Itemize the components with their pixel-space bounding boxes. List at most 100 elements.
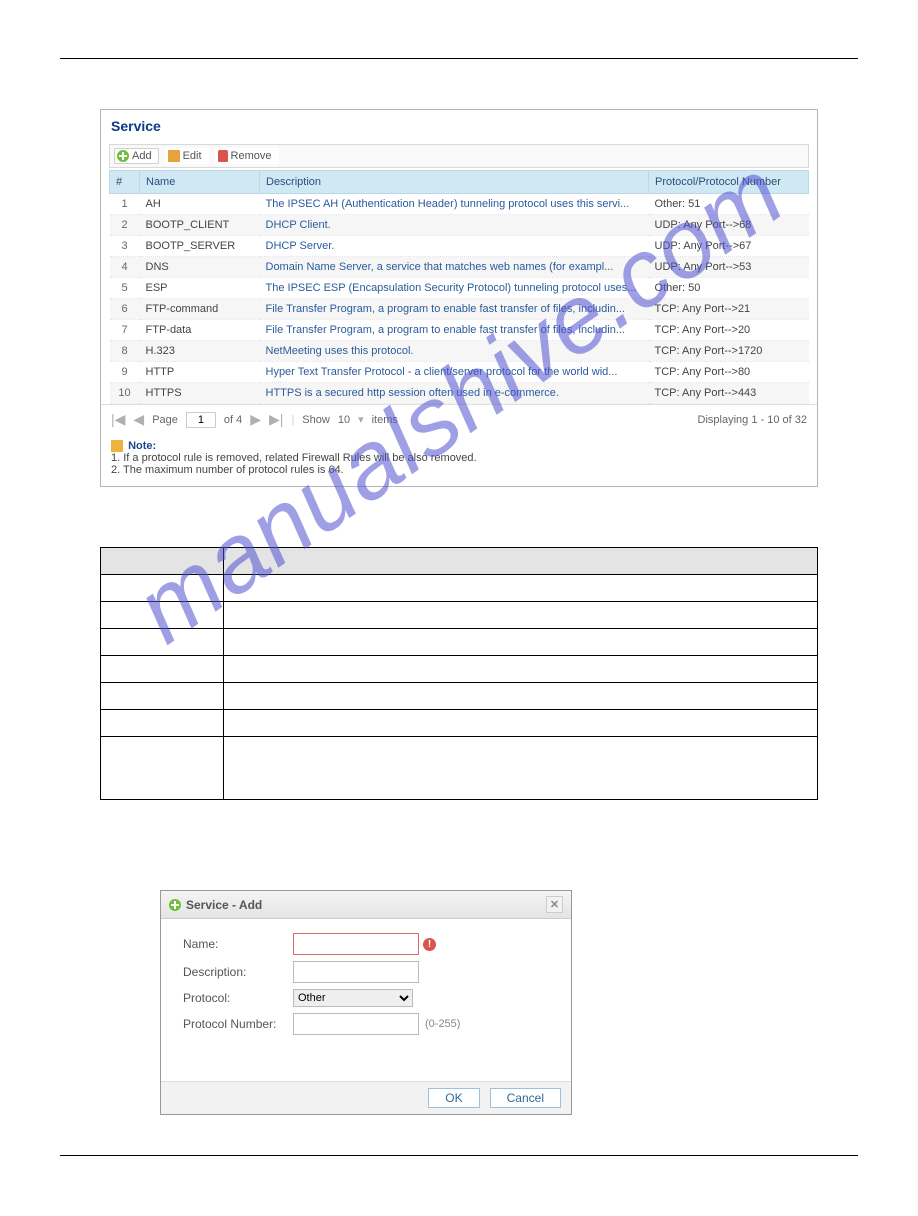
top-rule — [60, 58, 858, 59]
remove-icon — [218, 150, 228, 162]
table-row[interactable]: 7FTP-dataFile Transfer Program, a progra… — [110, 320, 809, 341]
table-row[interactable]: 3BOOTP_SERVERDHCP Server.UDP: Any Port--… — [110, 236, 809, 257]
cell-num: 10 — [110, 383, 140, 404]
table-row[interactable]: 8H.323NetMeeting uses this protocol.TCP:… — [110, 341, 809, 362]
cell-num: 2 — [110, 215, 140, 236]
cell-desc: File Transfer Program, a program to enab… — [260, 299, 649, 320]
cell-num: 5 — [110, 278, 140, 299]
protocol-select[interactable]: Other — [293, 989, 413, 1007]
cell-name: HTTPS — [140, 383, 260, 404]
cell-desc: DHCP Client. — [260, 215, 649, 236]
edit-button[interactable]: Edit — [165, 148, 209, 164]
th-proto[interactable]: Protocol/Protocol Number — [649, 171, 809, 194]
prev-page-icon[interactable]: ◀ — [133, 411, 144, 428]
cell-proto: UDP: Any Port-->68 — [649, 215, 809, 236]
page-of: of 4 — [224, 414, 242, 426]
service-panel: Service Add Edit Remove # Name Descripti… — [100, 109, 818, 487]
description-field[interactable] — [293, 961, 419, 983]
protocol-number-field[interactable] — [293, 1013, 419, 1035]
dialog-title: Service - Add — [186, 898, 262, 912]
add-button[interactable]: Add — [114, 148, 159, 164]
dialog-header: Service - Add ✕ — [161, 891, 571, 919]
error-icon: ! — [423, 938, 436, 951]
cell-num: 9 — [110, 362, 140, 383]
table-row[interactable]: 6FTP-commandFile Transfer Program, a pro… — [110, 299, 809, 320]
note-line-2: 2. The maximum number of protocol rules … — [111, 464, 344, 476]
protocol-label: Protocol: — [183, 991, 293, 1005]
cell-num: 6 — [110, 299, 140, 320]
ok-button[interactable]: OK — [428, 1088, 479, 1108]
cell-num: 8 — [110, 341, 140, 362]
description-table — [100, 547, 818, 800]
cell-proto: TCP: Any Port-->1720 — [649, 341, 809, 362]
cell-name: BOOTP_SERVER — [140, 236, 260, 257]
close-icon[interactable]: ✕ — [546, 896, 563, 913]
remove-button[interactable]: Remove — [215, 148, 279, 164]
cell-desc: NetMeeting uses this protocol. — [260, 341, 649, 362]
panel-title: Service — [101, 110, 817, 138]
cell-name: DNS — [140, 257, 260, 278]
table-row[interactable]: 1AHThe IPSEC AH (Authentication Header) … — [110, 194, 809, 215]
first-page-icon[interactable]: |◀ — [111, 411, 125, 428]
cell-num: 3 — [110, 236, 140, 257]
table-row[interactable]: 2BOOTP_CLIENTDHCP Client.UDP: Any Port--… — [110, 215, 809, 236]
service-add-dialog: Service - Add ✕ Name: ! Description: Pro… — [160, 890, 572, 1115]
show-label: Show — [302, 414, 330, 426]
table-row[interactable]: 9HTTPHyper Text Transfer Protocol - a cl… — [110, 362, 809, 383]
cell-proto: UDP: Any Port-->67 — [649, 236, 809, 257]
page-label: Page — [152, 414, 178, 426]
cell-num: 4 — [110, 257, 140, 278]
cell-name: H.323 — [140, 341, 260, 362]
name-label: Name: — [183, 937, 293, 951]
th-name[interactable]: Name — [140, 171, 260, 194]
add-icon — [117, 150, 129, 162]
edit-icon — [168, 150, 180, 162]
next-page-icon[interactable]: ▶ — [250, 411, 261, 428]
cell-name: AH — [140, 194, 260, 215]
table-row[interactable]: 10HTTPSHTTPS is a secured http session o… — [110, 383, 809, 404]
cell-desc: Hyper Text Transfer Protocol - a client/… — [260, 362, 649, 383]
cell-num: 7 — [110, 320, 140, 341]
protocol-number-hint: (0-255) — [425, 1018, 460, 1030]
bottom-rule — [60, 1155, 858, 1156]
protocol-number-label: Protocol Number: — [183, 1017, 293, 1031]
cell-desc: File Transfer Program, a program to enab… — [260, 320, 649, 341]
table-row[interactable]: 4DNSDomain Name Server, a service that m… — [110, 257, 809, 278]
add-icon — [169, 899, 181, 911]
cell-name: FTP-command — [140, 299, 260, 320]
description-label: Description: — [183, 965, 293, 979]
note-box: Note: 1. If a protocol rule is removed, … — [111, 440, 807, 476]
cell-proto: Other: 50 — [649, 278, 809, 299]
cell-name: BOOTP_CLIENT — [140, 215, 260, 236]
last-page-icon[interactable]: ▶| — [269, 411, 283, 428]
cell-desc: The IPSEC AH (Authentication Header) tun… — [260, 194, 649, 215]
cell-proto: Other: 51 — [649, 194, 809, 215]
th-desc[interactable]: Description — [260, 171, 649, 194]
toolbar: Add Edit Remove — [109, 144, 809, 168]
page-input[interactable] — [186, 412, 216, 428]
cell-proto: TCP: Any Port-->80 — [649, 362, 809, 383]
page-summary: Displaying 1 - 10 of 32 — [698, 414, 807, 426]
items-label: items — [372, 414, 398, 426]
edit-label: Edit — [183, 150, 202, 162]
cell-desc: The IPSEC ESP (Encapsulation Security Pr… — [260, 278, 649, 299]
add-label: Add — [132, 150, 152, 162]
desc-th-2 — [224, 548, 818, 575]
name-field[interactable] — [293, 933, 419, 955]
cancel-button[interactable]: Cancel — [490, 1088, 561, 1108]
th-num[interactable]: # — [110, 171, 140, 194]
cell-desc: DHCP Server. — [260, 236, 649, 257]
cell-desc: HTTPS is a secured http session often us… — [260, 383, 649, 404]
cell-name: ESP — [140, 278, 260, 299]
cell-proto: TCP: Any Port-->20 — [649, 320, 809, 341]
note-line-1: 1. If a protocol rule is removed, relate… — [111, 452, 477, 464]
desc-th-1 — [101, 548, 224, 575]
cell-desc: Domain Name Server, a service that match… — [260, 257, 649, 278]
cell-num: 1 — [110, 194, 140, 215]
table-row[interactable]: 5ESPThe IPSEC ESP (Encapsulation Securit… — [110, 278, 809, 299]
cell-name: HTTP — [140, 362, 260, 383]
cell-proto: UDP: Any Port-->53 — [649, 257, 809, 278]
show-value[interactable]: 10 — [338, 414, 350, 426]
note-head: Note: — [128, 440, 156, 452]
pager: |◀ ◀ Page of 4 ▶ ▶| | Show 10 ▾ items Di… — [101, 404, 817, 434]
